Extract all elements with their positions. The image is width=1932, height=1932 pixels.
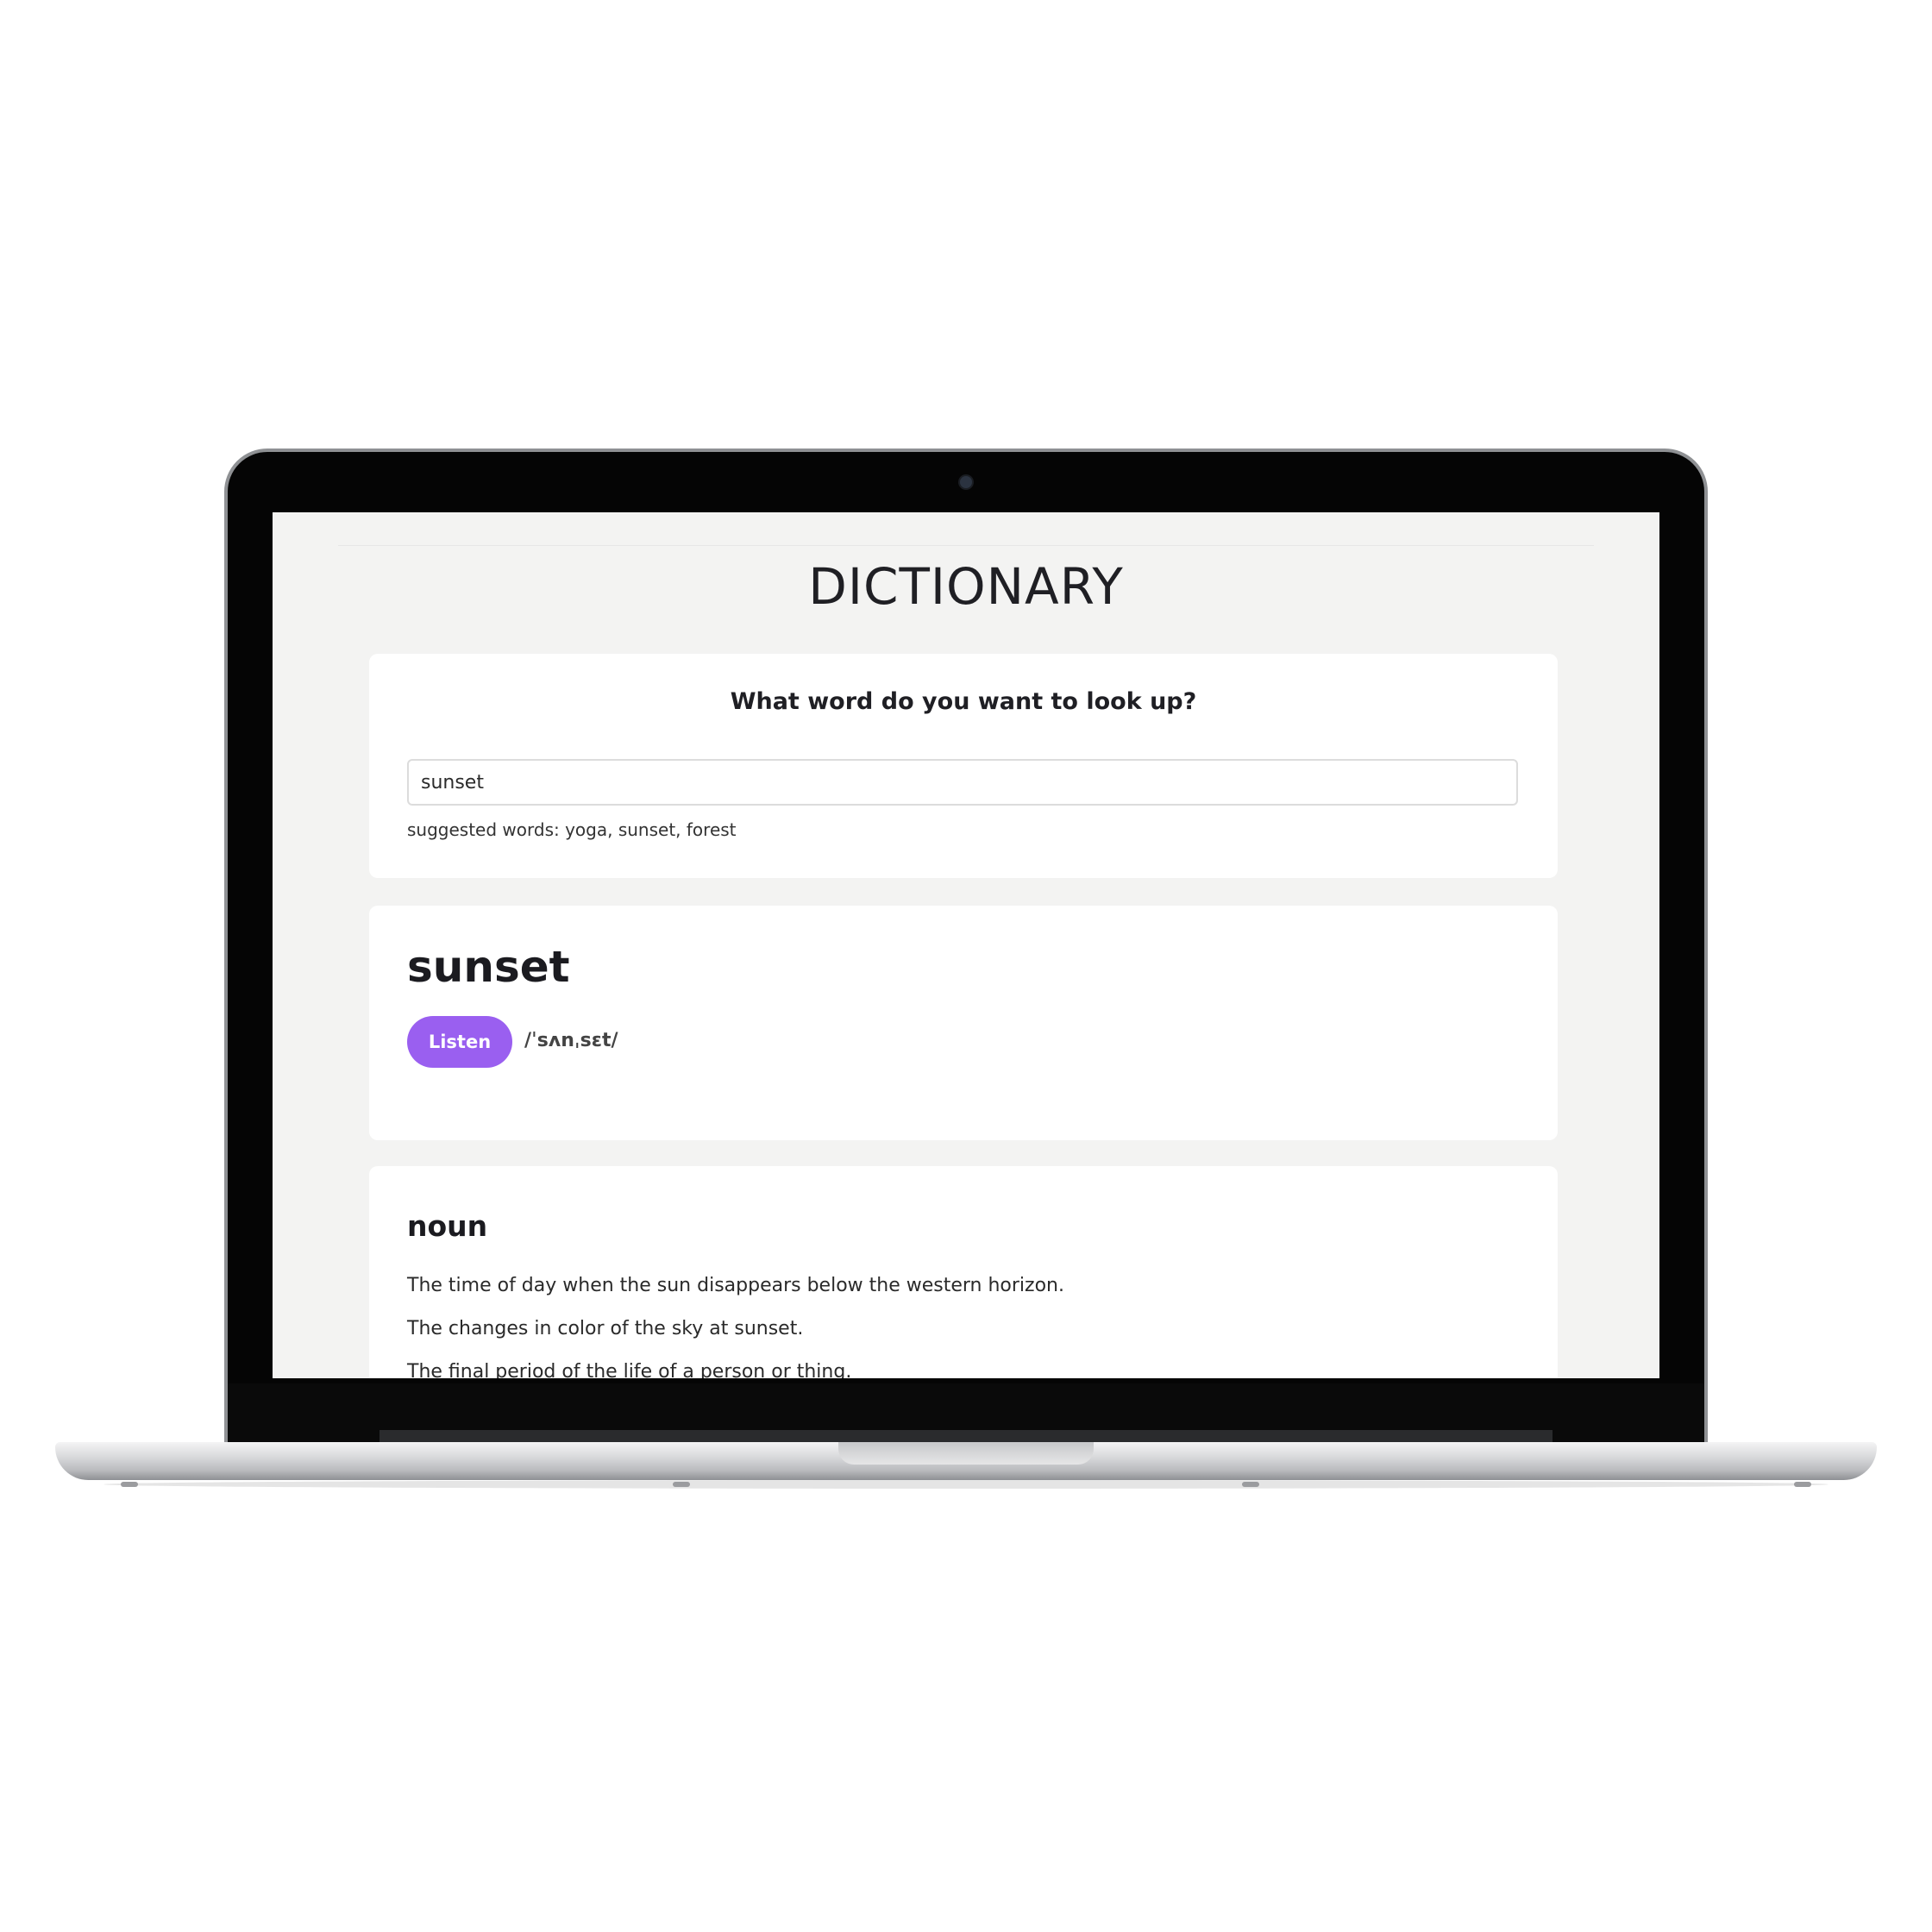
laptop-foot [1794, 1482, 1811, 1487]
word-heading: sunset [407, 942, 570, 992]
word-card: sunset Listen /ˈsʌnˌsɛt/ [369, 906, 1558, 1140]
laptop-foot [1242, 1482, 1259, 1487]
suggested-words: suggested words: yoga, sunset, forest [407, 819, 737, 840]
definition-item: The changes in color of the sky at sunse… [407, 1318, 804, 1339]
definition-list: The time of day when the sun disappears … [407, 1264, 1064, 1378]
listen-button[interactable]: Listen [407, 1016, 512, 1068]
meaning-card: noun The time of day when the sun disapp… [369, 1166, 1558, 1378]
laptop-foot [121, 1482, 138, 1487]
definition-item: The final period of the life of a person… [407, 1361, 852, 1378]
browser-viewport: DICTIONARY What word do you want to look… [273, 512, 1659, 1378]
phonetic-text: /ˈsʌnˌsɛt/ [524, 1030, 618, 1051]
base-notch [838, 1442, 1094, 1465]
search-input[interactable] [407, 759, 1518, 806]
part-of-speech: noun [407, 1209, 488, 1243]
search-card: What word do you want to look up? sugges… [369, 654, 1558, 878]
laptop-mockup: DICTIONARY What word do you want to look… [0, 0, 1932, 1932]
laptop-shadow [104, 1480, 1828, 1489]
page-title: DICTIONARY [808, 557, 1124, 616]
camera-icon [960, 476, 972, 488]
hinge-strip [380, 1430, 1552, 1442]
definition-item: The time of day when the sun disappears … [407, 1275, 1064, 1296]
laptop-foot [673, 1482, 690, 1487]
header-divider [338, 545, 1594, 546]
search-question: What word do you want to look up? [730, 688, 1197, 715]
